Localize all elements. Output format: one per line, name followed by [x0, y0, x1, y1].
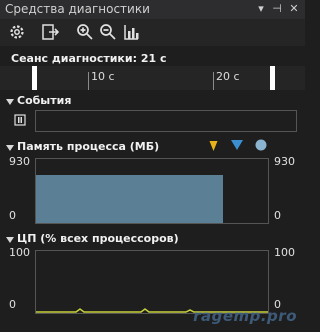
- zoom-in-icon[interactable]: [75, 22, 95, 42]
- ruler-label-10s: 10 с: [91, 70, 115, 83]
- events-track[interactable]: [35, 110, 297, 132]
- private-bytes-legend-icon: [255, 139, 267, 151]
- ruler-tick: [213, 72, 214, 90]
- window-menu-button[interactable]: ▾: [254, 1, 268, 17]
- session-duration-label: Сеанс диагностики: 21 с: [11, 52, 167, 65]
- window-title: Средства диагностики: [5, 2, 150, 16]
- pin-button[interactable]: ⊣: [270, 1, 284, 17]
- cpu-graph[interactable]: [35, 250, 269, 314]
- collapse-arrow-icon[interactable]: [6, 99, 14, 105]
- memory-max-label: 930: [9, 155, 30, 168]
- cpu-max-label: 100: [9, 246, 30, 259]
- reset-zoom-icon[interactable]: [121, 22, 141, 42]
- ruler-label-20s: 20 с: [216, 70, 240, 83]
- settings-icon[interactable]: [7, 22, 27, 42]
- memory-section-title: Память процесса (МБ): [17, 140, 160, 153]
- memory-right-max-label: 930: [274, 155, 295, 168]
- timeline-ruler[interactable]: [0, 66, 305, 90]
- cpu-min-label: 0: [9, 298, 16, 311]
- close-button[interactable]: ✕: [287, 1, 301, 17]
- memory-min-label: 0: [9, 209, 16, 222]
- collapse-arrow-icon[interactable]: [6, 237, 14, 243]
- timeline-start-handle[interactable]: [32, 66, 37, 90]
- memory-right-min-label: 0: [274, 209, 281, 222]
- pause-icon[interactable]: [14, 114, 26, 126]
- watermark-text: ragemp.pro: [193, 307, 297, 325]
- cpu-section-title: ЦП (% всех процессоров): [17, 232, 179, 245]
- export-icon[interactable]: [40, 22, 60, 42]
- zoom-out-icon[interactable]: [98, 22, 118, 42]
- timeline-end-handle[interactable]: [270, 66, 275, 90]
- collapse-arrow-icon[interactable]: [6, 145, 14, 151]
- memory-graph[interactable]: [35, 158, 269, 224]
- snapshot-marker-icon: [231, 140, 243, 150]
- events-section-title: События: [17, 94, 72, 107]
- gc-marker-icon: [209, 139, 218, 152]
- ruler-tick: [88, 72, 89, 90]
- memory-usage-area: [36, 175, 223, 223]
- cpu-right-max-label: 100: [274, 246, 295, 259]
